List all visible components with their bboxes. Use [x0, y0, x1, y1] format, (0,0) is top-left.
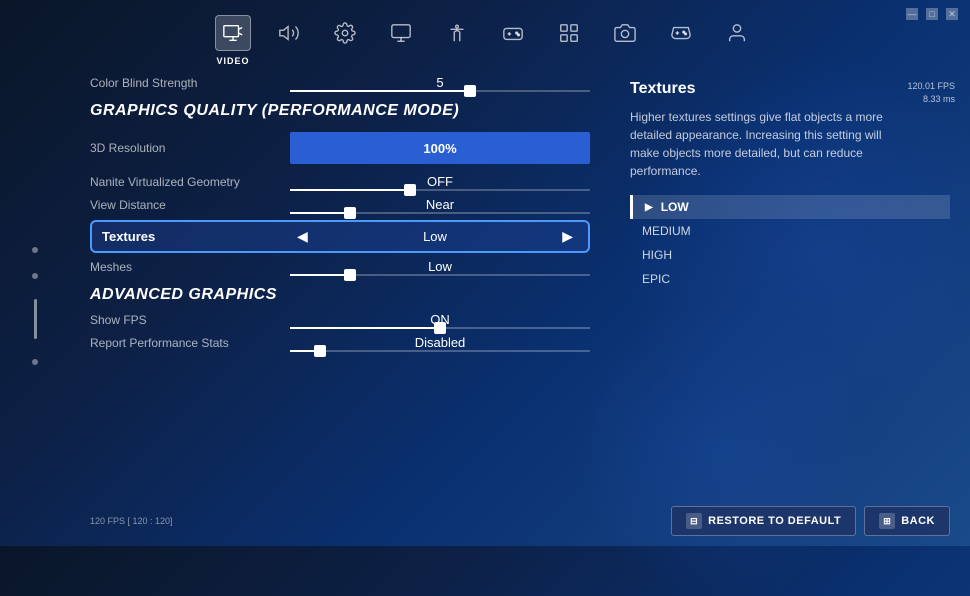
- sidebar-dot-1: [32, 247, 38, 253]
- option-low-arrow: ▶: [645, 202, 653, 213]
- nav-video[interactable]: VIDEO: [215, 15, 251, 51]
- nanite-slider-fill: [290, 189, 410, 191]
- nanite-value: OFF: [290, 174, 590, 189]
- colorblind-setting: Color Blind Strength 5: [90, 75, 590, 92]
- sidebar-line: [34, 299, 37, 339]
- showfps-setting: Show FPS ON: [90, 312, 590, 329]
- right-panel: 120.01 FPS 8.33 ms Textures Higher textu…: [610, 65, 970, 496]
- viewdistance-label: View Distance: [90, 198, 290, 212]
- textures-next-button[interactable]: ▶: [557, 228, 578, 245]
- reportstats-setting: Report Performance Stats Disabled: [90, 335, 590, 352]
- fps-value: 120.01 FPS: [907, 80, 955, 93]
- back-icon: ⊞: [879, 513, 895, 529]
- option-low[interactable]: ▶ LOW: [630, 195, 950, 219]
- textures-value: Low: [423, 229, 447, 244]
- option-epic[interactable]: EPIC: [630, 267, 950, 291]
- option-medium[interactable]: MEDIUM: [630, 219, 950, 243]
- nanite-setting: Nanite Virtualized Geometry OFF: [90, 174, 590, 191]
- option-low-label: LOW: [661, 200, 689, 214]
- reportstats-value: Disabled: [290, 335, 590, 350]
- nanite-slider[interactable]: [290, 189, 590, 191]
- ms-value: 8.33 ms: [907, 93, 955, 106]
- sidebar-dot-2: [32, 273, 38, 279]
- left-sidebar: [0, 65, 70, 546]
- nav-video-label: VIDEO: [216, 56, 249, 66]
- nav-network[interactable]: [551, 15, 587, 51]
- resolution-bar[interactable]: 100%: [290, 132, 590, 164]
- viewdistance-slider-thumb: [344, 207, 356, 219]
- meshes-setting: Meshes Low: [90, 259, 590, 276]
- showfps-slider[interactable]: [290, 327, 590, 329]
- colorblind-value: 5: [290, 75, 590, 90]
- textures-prev-button[interactable]: ◀: [292, 228, 313, 245]
- fps-info: 120 FPS [ 120 : 120]: [90, 515, 173, 528]
- textures-label: Textures: [102, 229, 292, 244]
- restore-label: RESTORE TO DEFAULT: [708, 515, 841, 527]
- nanite-slider-thumb: [404, 184, 416, 196]
- meshes-slider-fill: [290, 274, 350, 276]
- main-content: Color Blind Strength 5 GRAPHICS QUALITY …: [70, 65, 970, 496]
- textures-row[interactable]: Textures ◀ Low ▶: [90, 220, 590, 253]
- meshes-label: Meshes: [90, 260, 290, 274]
- reportstats-slider[interactable]: [290, 350, 590, 352]
- description-text: Higher textures settings give flat objec…: [630, 108, 910, 180]
- bottom-bar: 120 FPS [ 120 : 120] ⊟ RESTORE TO DEFAUL…: [70, 496, 970, 546]
- graphics-section-title: GRAPHICS QUALITY (PERFORMANCE MODE): [90, 102, 590, 120]
- texture-options-list: ▶ LOW MEDIUM HIGH EPIC: [630, 195, 950, 291]
- description-title: Textures: [630, 80, 950, 98]
- resolution-setting: 3D Resolution 100%: [90, 128, 590, 168]
- top-nav: VIDEO: [0, 0, 970, 65]
- nav-camera[interactable]: [607, 15, 643, 51]
- nav-gamepad[interactable]: [663, 15, 699, 51]
- nav-audio[interactable]: [271, 15, 307, 51]
- meshes-value: Low: [290, 259, 590, 274]
- showfps-slider-fill: [290, 327, 440, 329]
- option-medium-label: MEDIUM: [642, 224, 691, 238]
- back-button[interactable]: ⊞ BACK: [864, 506, 950, 536]
- nav-profile[interactable]: [719, 15, 755, 51]
- viewdistance-value: Near: [290, 197, 590, 212]
- viewdistance-setting: View Distance Near: [90, 197, 590, 214]
- nav-accessibility[interactable]: [439, 15, 475, 51]
- resolution-value: 100%: [423, 141, 456, 156]
- nav-settings[interactable]: [327, 15, 363, 51]
- colorblind-slider-fill: [290, 90, 470, 92]
- nav-controller-input[interactable]: [495, 15, 531, 51]
- fps-counter: 120.01 FPS 8.33 ms: [907, 80, 955, 105]
- resolution-label: 3D Resolution: [90, 141, 290, 155]
- fps-info-text: 120 FPS [ 120 : 120]: [90, 515, 173, 528]
- nav-display[interactable]: [383, 15, 419, 51]
- colorblind-label: Color Blind Strength: [90, 76, 290, 90]
- bottom-buttons: ⊟ RESTORE TO DEFAULT ⊞ BACK: [671, 506, 950, 536]
- sidebar-dot-3: [32, 359, 38, 365]
- advanced-section-title: ADVANCED GRAPHICS: [90, 286, 590, 304]
- meshes-slider[interactable]: [290, 274, 590, 276]
- option-epic-label: EPIC: [642, 272, 670, 286]
- textures-control: ◀ Low ▶: [292, 228, 578, 245]
- reportstats-slider-thumb: [314, 345, 326, 357]
- nanite-label: Nanite Virtualized Geometry: [90, 175, 290, 189]
- viewdistance-slider[interactable]: [290, 212, 590, 214]
- showfps-label: Show FPS: [90, 313, 290, 327]
- option-high-label: HIGH: [642, 248, 672, 262]
- settings-panel: Color Blind Strength 5 GRAPHICS QUALITY …: [70, 65, 610, 496]
- viewdistance-slider-fill: [290, 212, 350, 214]
- colorblind-slider[interactable]: [290, 90, 590, 92]
- restore-default-button[interactable]: ⊟ RESTORE TO DEFAULT: [671, 506, 856, 536]
- back-label: BACK: [901, 515, 935, 527]
- colorblind-slider-thumb: [464, 85, 476, 97]
- option-high[interactable]: HIGH: [630, 243, 950, 267]
- meshes-slider-thumb: [344, 269, 356, 281]
- showfps-slider-thumb: [434, 322, 446, 334]
- restore-icon: ⊟: [686, 513, 702, 529]
- reportstats-label: Report Performance Stats: [90, 336, 290, 350]
